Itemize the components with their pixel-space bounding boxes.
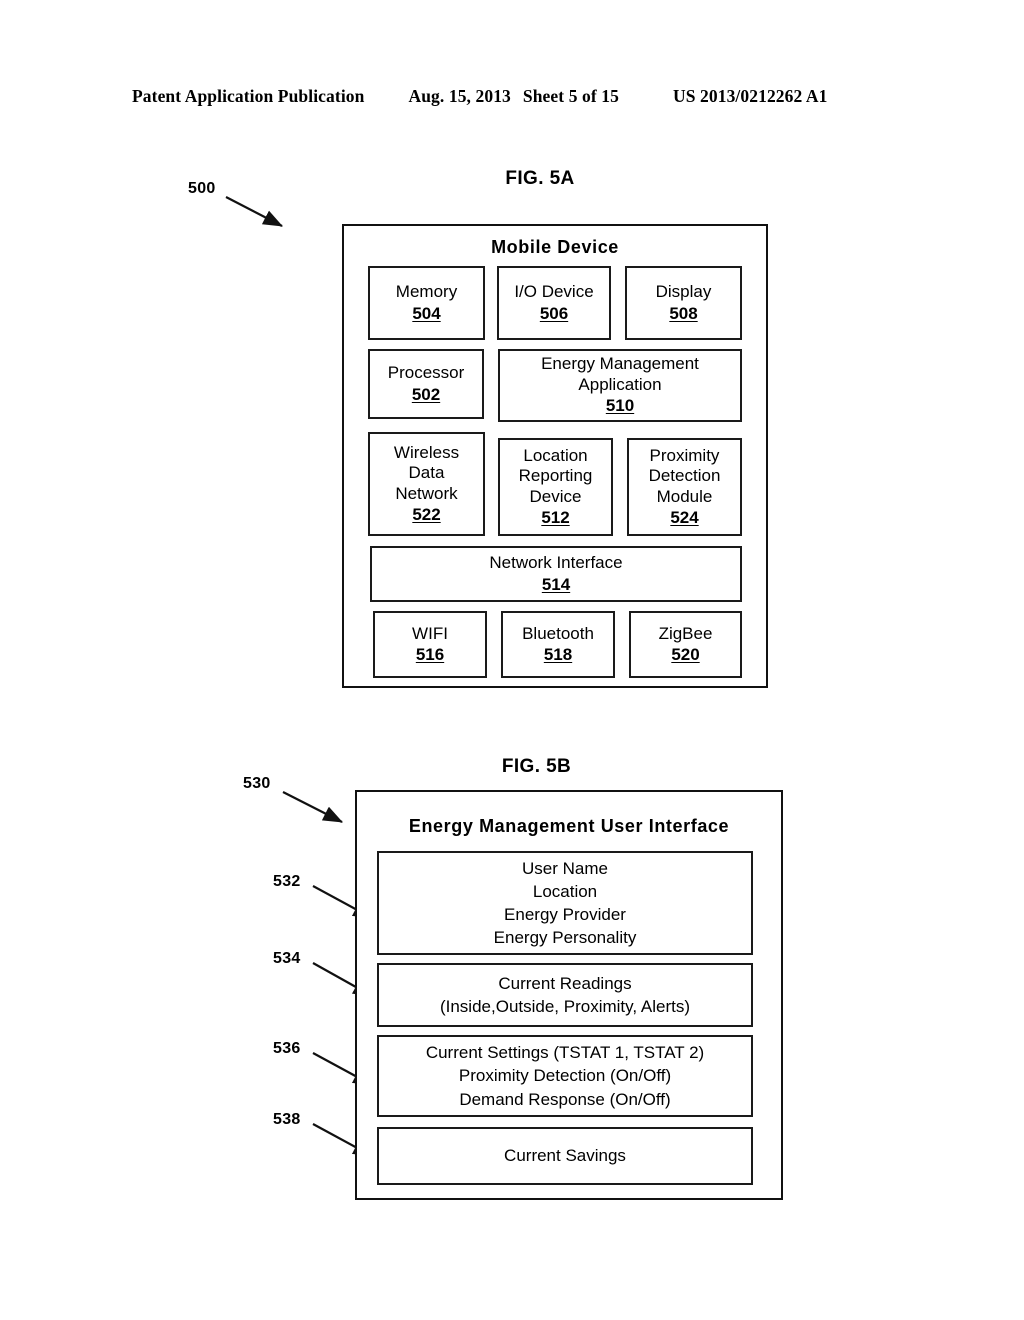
panel-current-settings-line-3: Demand Response (On/Off) <box>459 1089 671 1109</box>
panel-current-settings-line-1: Current Settings (TSTAT 1, TSTAT 2) <box>425 1043 705 1063</box>
panel-user-profile-line-3: Energy Provider <box>504 905 626 924</box>
panel-user-profile[interactable]: User Name Location Energy Provider Energ… <box>377 851 753 955</box>
panel-current-settings-line-2: Proximity Detection (On/Off) <box>458 1066 672 1086</box>
panel-current-readings-line-2: (Inside,Outside, Proximity, Alerts) <box>439 997 691 1016</box>
panel-user-profile-line-1: User Name <box>522 858 608 878</box>
panel-user-profile-line-2: Location <box>532 881 598 901</box>
panel-user-profile-line-4: Energy Personality <box>493 928 637 948</box>
panel-current-readings[interactable]: Current Readings (Inside,Outside, Proxim… <box>377 963 753 1027</box>
panel-current-readings-line-1: Current Readings <box>498 973 632 993</box>
panel-current-savings-line-1: Current Savings <box>504 1146 626 1166</box>
panel-current-savings[interactable]: Current Savings <box>377 1127 753 1185</box>
panel-current-settings[interactable]: Current Settings (TSTAT 1, TSTAT 2) Prox… <box>377 1035 753 1117</box>
energy-management-ui-title: Energy Management User Interface <box>408 816 730 836</box>
